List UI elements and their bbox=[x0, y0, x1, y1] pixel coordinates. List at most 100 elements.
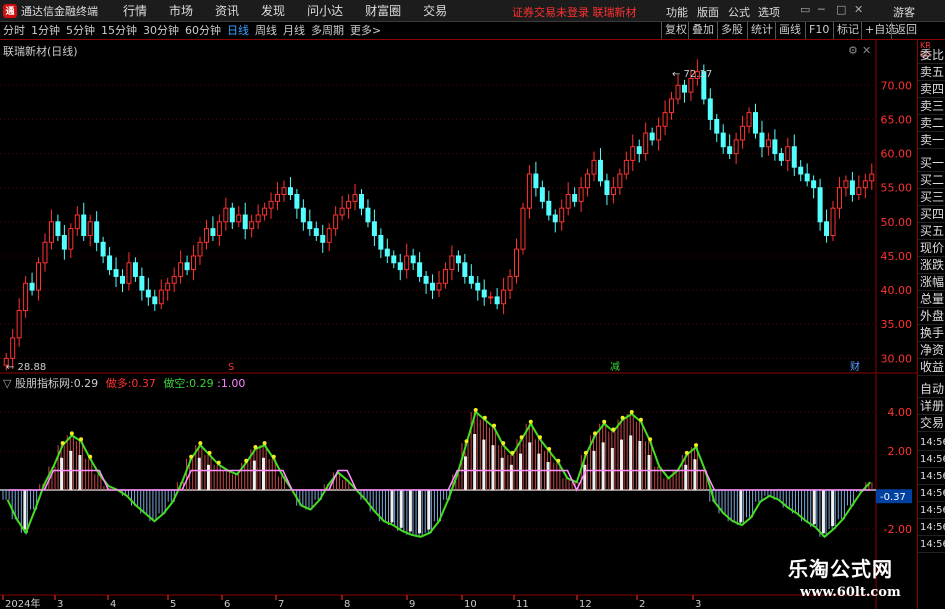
toolbar-button-6[interactable]: 标记 bbox=[833, 22, 862, 39]
candle-body bbox=[727, 146, 733, 155]
month-label: 12 bbox=[579, 599, 592, 609]
menu-item-0[interactable]: 行情 bbox=[123, 2, 147, 19]
toolbar-button-1[interactable]: 叠加 bbox=[688, 22, 717, 39]
ind-white-bar bbox=[610, 448, 614, 490]
ind-dot bbox=[189, 454, 194, 459]
app-title: 通达信金融终端 bbox=[21, 4, 98, 18]
minimize-icon[interactable]: ▭ bbox=[800, 3, 810, 16]
month-label: 2024年 bbox=[5, 597, 40, 609]
ind-dot bbox=[464, 439, 469, 444]
event-mark-0: S bbox=[228, 362, 234, 373]
side-item-19[interactable]: 自动 bbox=[918, 381, 945, 398]
period-10[interactable]: 更多> bbox=[347, 22, 384, 40]
menu-item-2[interactable]: 资讯 bbox=[215, 2, 239, 19]
right-menu-item-3[interactable]: 选项 bbox=[758, 4, 780, 20]
ind-white-bar bbox=[519, 453, 523, 490]
menu-item-6[interactable]: 交易 bbox=[423, 2, 447, 19]
period-5[interactable]: 60分钟 bbox=[182, 22, 224, 40]
candle-body bbox=[753, 112, 759, 134]
period-6[interactable]: 日线 bbox=[224, 22, 252, 40]
user-label[interactable]: 游客 bbox=[893, 4, 915, 20]
candle-body bbox=[688, 77, 694, 93]
period-2[interactable]: 5分钟 bbox=[63, 22, 98, 40]
toolbar-button-3[interactable]: 统计 bbox=[747, 22, 776, 39]
period-7[interactable]: 周线 bbox=[252, 22, 280, 40]
period-9[interactable]: 多周期 bbox=[308, 22, 347, 40]
side-item-20[interactable]: 详册 bbox=[918, 398, 945, 415]
restore-icon[interactable]: ─ bbox=[818, 3, 825, 16]
side-item-21[interactable]: 交易 bbox=[918, 415, 945, 432]
candle-body bbox=[662, 112, 668, 127]
side-item-12: 涨跌 bbox=[918, 258, 945, 274]
indicator-toggle-icon[interactable]: ▽ bbox=[3, 377, 11, 390]
period-4[interactable]: 30分钟 bbox=[140, 22, 182, 40]
candle-body bbox=[307, 221, 313, 230]
right-menu-item-2[interactable]: 公式 bbox=[728, 4, 750, 20]
ind-white-bar bbox=[418, 490, 422, 534]
maximize-icon[interactable]: □ bbox=[836, 3, 846, 16]
month-label: 7 bbox=[278, 599, 284, 609]
candle-body bbox=[216, 221, 222, 236]
candle-body bbox=[371, 221, 377, 236]
candle-body bbox=[488, 296, 494, 299]
toolbar-button-4[interactable]: 画线 bbox=[775, 22, 804, 39]
close-window-icon[interactable]: ✕ bbox=[854, 3, 863, 16]
candle-body bbox=[229, 207, 235, 223]
candle-body bbox=[520, 207, 526, 250]
toolbar-button-5[interactable]: F10 bbox=[805, 22, 832, 39]
toolbar-button-0[interactable]: 复权 bbox=[661, 22, 690, 39]
watermark: 乐淘公式网 www.60lt.com bbox=[788, 557, 901, 600]
ind-dot bbox=[216, 460, 221, 465]
stock-title: 联瑞新材(日线) bbox=[3, 45, 78, 58]
menu-item-3[interactable]: 发现 bbox=[261, 2, 285, 19]
candle-body bbox=[81, 214, 87, 236]
ind-dot bbox=[547, 447, 552, 451]
ind-dot bbox=[510, 450, 515, 455]
candle-body bbox=[94, 221, 100, 243]
candle-body bbox=[610, 187, 616, 196]
toolbar-button-8[interactable]: 返回 bbox=[891, 22, 920, 39]
period-3[interactable]: 15分钟 bbox=[98, 22, 140, 40]
menu-item-5[interactable]: 财富圈 bbox=[365, 2, 401, 19]
candle-body bbox=[430, 282, 436, 291]
indicator-title: ▽ 股朋指标网:0.29 做多:0.37 做空:0.29 :1.00 bbox=[3, 377, 246, 390]
close-icon[interactable]: ✕ bbox=[862, 44, 871, 57]
candle-body bbox=[417, 262, 423, 277]
candle-body bbox=[623, 159, 629, 175]
side-item-25: 14:56 bbox=[918, 485, 945, 502]
period-8[interactable]: 月线 bbox=[280, 22, 308, 40]
candle-body bbox=[636, 146, 642, 155]
right-menu-item-0[interactable]: 功能 bbox=[666, 4, 688, 20]
ind-dot bbox=[519, 435, 524, 440]
candle-body bbox=[869, 173, 875, 182]
side-item-27: 14:56 bbox=[918, 519, 945, 536]
settings-gear-icon[interactable]: ⚙ bbox=[848, 44, 858, 57]
month-label: 3 bbox=[695, 599, 701, 609]
ind-white-bar bbox=[262, 457, 266, 490]
menu-item-1[interactable]: 市场 bbox=[169, 2, 193, 19]
candle-body bbox=[87, 221, 93, 236]
candle-body bbox=[203, 228, 209, 243]
ind-dot bbox=[583, 450, 588, 455]
candle-body bbox=[68, 228, 74, 250]
candle-body bbox=[772, 139, 778, 155]
candle-body bbox=[817, 187, 823, 223]
toolbar-button-2[interactable]: 多股 bbox=[717, 22, 746, 39]
side-item-18: 收益 bbox=[918, 360, 945, 376]
period-1[interactable]: 1分钟 bbox=[28, 22, 63, 40]
ind-dot bbox=[501, 441, 506, 446]
menu-item-4[interactable]: 问小达 bbox=[307, 2, 343, 19]
period-0[interactable]: 分时 bbox=[0, 22, 28, 40]
right-menu-item-1[interactable]: 版面 bbox=[697, 4, 719, 20]
login-notice[interactable]: 证券交易未登录 联瑞新材 bbox=[512, 4, 637, 20]
price-tick-label: 55.00 bbox=[881, 182, 913, 195]
candle-body bbox=[552, 214, 558, 223]
candle-body bbox=[184, 262, 190, 271]
candle-body bbox=[268, 200, 274, 209]
candle-body bbox=[100, 241, 106, 257]
candle-body bbox=[255, 214, 261, 223]
main-chart[interactable]: 70.00 65.00 60.00 55.00 50.00 45.00 40.00 35.00… bbox=[0, 40, 917, 609]
side-item-6: 买一 bbox=[918, 156, 945, 172]
ind-dot bbox=[88, 454, 93, 459]
candle-body bbox=[249, 221, 255, 230]
